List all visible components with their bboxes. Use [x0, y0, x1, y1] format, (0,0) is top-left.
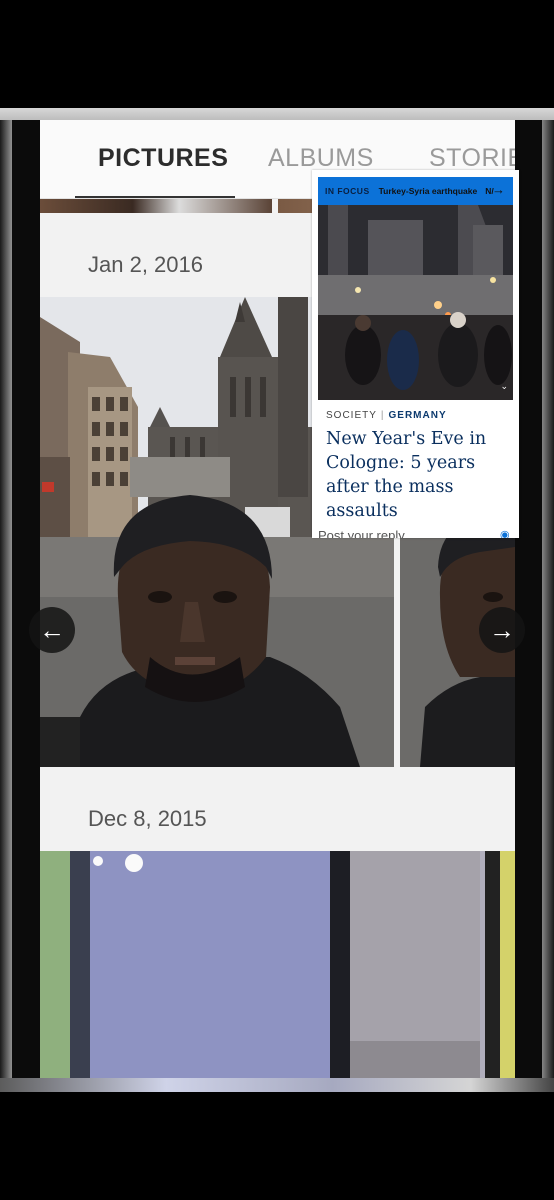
- camera-icon[interactable]: ◉: [500, 528, 510, 538]
- arrow-left-icon: ←: [39, 614, 65, 645]
- frame-top-edge: [0, 108, 554, 120]
- previous-arrow-button[interactable]: ←: [29, 607, 75, 653]
- country-label[interactable]: GERMANY: [389, 410, 447, 421]
- in-focus-bar[interactable]: IN FOCUS Turkey-Syria earthquake N/ →: [318, 177, 513, 205]
- arrow-right-icon[interactable]: →: [492, 182, 505, 197]
- in-focus-topic[interactable]: Turkey-Syria earthquake: [379, 186, 478, 196]
- date-header: Dec 8, 2015: [88, 806, 207, 831]
- next-arrow-button[interactable]: →: [479, 607, 525, 653]
- post-reply-prompt[interactable]: Post your reply: [318, 528, 405, 538]
- category-label[interactable]: SOCIETY: [326, 410, 377, 421]
- arrow-right-icon: →: [489, 614, 515, 645]
- tab-albums[interactable]: ALBUMS: [268, 144, 374, 173]
- tab-pictures[interactable]: PICTURES: [98, 144, 228, 173]
- in-focus-label: IN FOCUS: [325, 186, 370, 196]
- article-title[interactable]: New Year's Eve in Cologne: 5 years after…: [326, 427, 506, 523]
- right-bezel: [515, 120, 542, 1078]
- photo-window[interactable]: [40, 851, 515, 1078]
- news-card-overlay[interactable]: IN FOCUS Turkey-Syria earthquake N/ → ⌄: [312, 170, 519, 538]
- news-photo-image: [318, 205, 513, 400]
- category-separator: |: [380, 410, 385, 421]
- top-black-bar: [0, 0, 554, 108]
- photo-thumbnail[interactable]: [40, 199, 272, 213]
- article-category: SOCIETY | GERMANY: [326, 410, 447, 421]
- left-bezel: [12, 120, 40, 1078]
- bottom-black-bar: [0, 1092, 554, 1200]
- tab-stories[interactable]: STORIES: [429, 144, 515, 173]
- date-header: Jan 2, 2016: [88, 252, 203, 277]
- news-photo[interactable]: ⌄: [318, 205, 513, 400]
- window-photo-image: [40, 851, 515, 1078]
- frame-bottom-edge: [0, 1078, 554, 1092]
- chevron-down-icon[interactable]: ⌄: [500, 381, 508, 392]
